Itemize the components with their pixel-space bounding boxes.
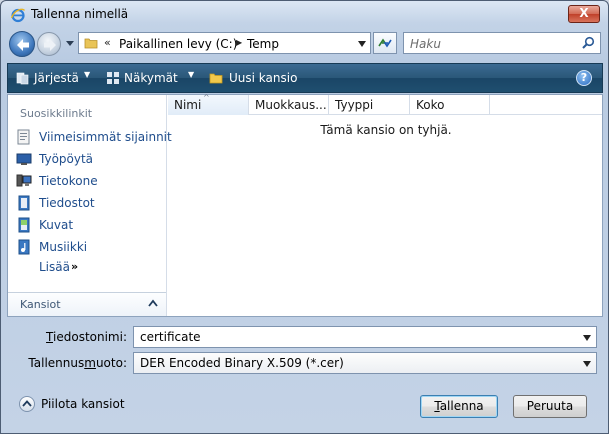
save-as-dialog: Tallenna nimellä X « Paikallinen levy (C… (0, 0, 609, 434)
nav-link-label: Tiedostot (39, 196, 95, 210)
save-type-row: Tallennusmuoto: DER Encoded Binary X.509… (1, 352, 608, 374)
nav-link-documents[interactable]: Tiedostot (16, 194, 164, 212)
search-icon[interactable] (581, 36, 595, 50)
empty-folder-message: Tämä kansio on tyhjä. (320, 123, 452, 137)
column-header-size[interactable]: Koko (410, 95, 490, 115)
music-icon (18, 239, 30, 255)
computer-icon (16, 174, 32, 187)
column-header-type[interactable]: Tyyppi (329, 95, 410, 115)
new-folder-button[interactable]: Uusi kansio (209, 70, 304, 88)
filename-value: certificate (140, 330, 201, 344)
more-chevron-icon[interactable]: » (71, 260, 78, 273)
folder-icon (84, 38, 98, 49)
new-folder-label: Uusi kansio (229, 71, 298, 85)
organize-label: Järjestä (34, 71, 79, 85)
column-header-name[interactable]: ^ Nimi (168, 93, 249, 115)
organize-button[interactable]: Järjestä (16, 70, 86, 88)
more-links[interactable]: Lisää (39, 260, 70, 274)
hide-folders-label: Piilota kansiot (41, 397, 125, 411)
documents-icon (18, 195, 30, 211)
navigation-pane: Suosikkilinkit Viimeisimmät sijainnit Ty… (8, 95, 172, 316)
views-label: Näkymät (124, 71, 178, 85)
hide-folders-icon (19, 396, 35, 412)
column-type-label: Tyyppi (335, 98, 374, 112)
close-button[interactable]: X (568, 5, 600, 23)
chevron-down-icon[interactable] (582, 360, 592, 368)
address-dropdown-icon[interactable] (357, 40, 367, 48)
save-type-select[interactable]: DER Encoded Binary X.509 (*.cer) (133, 352, 597, 374)
new-folder-icon (209, 73, 223, 84)
chevron-up-icon[interactable] (148, 299, 158, 307)
back-button[interactable] (9, 31, 35, 57)
browser-area: Suosikkilinkit Viimeisimmät sijainnit Ty… (7, 93, 603, 317)
breadcrumb-local-disk[interactable]: Paikallinen levy (C:) (119, 37, 237, 51)
folders-label: Kansiot (20, 298, 61, 311)
breadcrumb-temp[interactable]: Temp (247, 37, 279, 51)
nav-link-desktop[interactable]: Työpöytä (16, 150, 164, 168)
refresh-icon (378, 38, 392, 48)
window-title: Tallenna nimellä (31, 7, 129, 21)
nav-link-computer[interactable]: Tietokone (16, 172, 164, 190)
refresh-button[interactable] (373, 32, 397, 54)
title-bar[interactable]: Tallenna nimellä X (1, 1, 608, 27)
chevron-down-icon[interactable] (582, 334, 592, 342)
views-icon (107, 72, 119, 84)
nav-link-label: Musiikki (39, 240, 88, 254)
recent-places-icon (17, 129, 30, 145)
breadcrumb-overflow[interactable]: « (104, 36, 111, 49)
save-button[interactable]: Tallenna (420, 395, 498, 418)
forward-button[interactable] (37, 32, 61, 56)
column-header-modified[interactable]: Muokkaus... (249, 95, 329, 115)
arrow-right-icon (44, 39, 56, 51)
nav-link-label: Tietokone (39, 174, 98, 188)
nav-link-pictures[interactable]: Kuvat (16, 216, 164, 234)
nav-link-music[interactable]: Musiikki (16, 238, 164, 256)
nav-link-recent-places[interactable]: Viimeisimmät sijainnit (16, 128, 172, 146)
breadcrumb-arrow-icon[interactable]: ▶ (236, 38, 242, 47)
filename-label: Tiedostonimi: (46, 330, 127, 344)
column-name-label: Nimi (174, 98, 202, 112)
sort-ascending-icon: ^ (203, 93, 210, 102)
search-placeholder: Haku (410, 37, 441, 51)
nav-link-label: Viimeisimmät sijainnit (39, 130, 172, 144)
views-caret-icon[interactable]: ▼ (188, 70, 194, 79)
column-modified-label: Muokkaus... (255, 98, 327, 112)
address-bar[interactable]: « Paikallinen levy (C:) ▶ Temp (78, 32, 371, 54)
desktop-icon (16, 153, 32, 165)
nav-link-label: Kuvat (39, 218, 74, 232)
favorite-links-header: Suosikkilinkit (20, 107, 93, 120)
help-icon[interactable]: ? (576, 70, 592, 86)
command-toolbar: Järjestä ▼ Näkymät ▼ Uusi kansio ? (7, 63, 603, 93)
recent-pages-dropdown-icon[interactable] (65, 38, 75, 48)
nav-link-label: Työpöytä (39, 152, 94, 166)
arrow-left-icon (17, 39, 29, 51)
filename-field[interactable]: certificate (133, 326, 597, 348)
search-input[interactable]: Haku (403, 32, 601, 54)
column-size-label: Koko (416, 98, 445, 112)
organize-icon (16, 72, 29, 85)
pictures-icon (18, 217, 30, 233)
cancel-button[interactable]: Peruuta (513, 395, 587, 418)
save-type-label: Tallennusmuoto: (28, 356, 127, 370)
address-row: « Paikallinen levy (C:) ▶ Temp Haku (1, 29, 608, 59)
save-type-value: DER Encoded Binary X.509 (*.cer) (140, 356, 344, 370)
internet-explorer-icon (10, 8, 26, 23)
file-list-pane: ^ Nimi Muokkaus... Tyyppi Koko Tämä kans… (168, 93, 602, 316)
views-button[interactable]: Näkymät (106, 70, 186, 88)
column-header-row: ^ Nimi Muokkaus... Tyyppi Koko (168, 93, 602, 115)
filename-row: Tiedostonimi: certificate (1, 326, 608, 348)
organize-caret-icon[interactable]: ▼ (84, 70, 90, 79)
folders-toggle-bar[interactable]: Kansiot (8, 292, 166, 316)
